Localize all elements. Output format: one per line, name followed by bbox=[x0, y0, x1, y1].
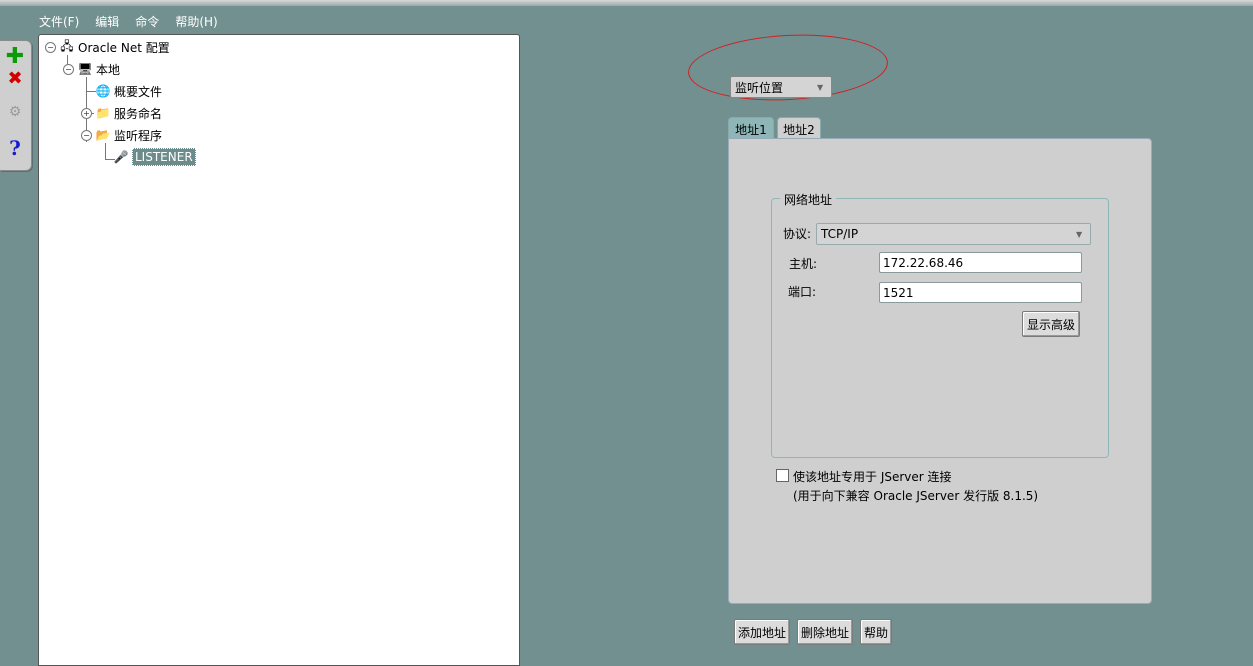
jserver-checkbox-label: 使该地址专用于 JServer 连接 bbox=[793, 470, 952, 484]
tree-node-naming[interactable]: + 📁 服务命名 bbox=[81, 104, 162, 122]
network-icon: 🖧 bbox=[60, 38, 74, 53]
tree-node-label: 本地 bbox=[96, 62, 121, 77]
network-address-title: 网络地址 bbox=[780, 191, 837, 208]
menu-file[interactable]: 文件(F) bbox=[36, 12, 82, 32]
port-label: 端口: bbox=[788, 285, 817, 299]
show-advanced-button[interactable]: 显示高级 bbox=[1022, 311, 1080, 337]
protocol-select[interactable]: TCP/IP ▼ bbox=[816, 223, 1091, 245]
globe-icon: 🌐 bbox=[95, 84, 111, 98]
side-toolbar: ✚ ✖ ⚙ ? bbox=[0, 40, 32, 171]
collapse-icon[interactable]: − bbox=[45, 41, 56, 53]
collapse-icon[interactable]: − bbox=[63, 63, 74, 75]
menu-bar: 文件(F) 编辑 命令 帮助(H) bbox=[36, 12, 221, 32]
tab-address-2[interactable]: 地址2 bbox=[777, 117, 821, 140]
delete-address-button[interactable]: 删除地址 bbox=[797, 619, 853, 645]
tree-node-label: 概要文件 bbox=[114, 84, 163, 99]
help-button[interactable]: 帮助 bbox=[860, 619, 892, 645]
chevron-down-icon: ▼ bbox=[1076, 229, 1083, 239]
jserver-checkbox[interactable] bbox=[776, 469, 789, 482]
host-label: 主机: bbox=[789, 257, 818, 271]
tree-line bbox=[105, 143, 106, 159]
menu-edit[interactable]: 编辑 bbox=[92, 12, 122, 32]
title-strip bbox=[0, 0, 1253, 6]
location-combo[interactable]: 监听位置 ▼ bbox=[730, 76, 832, 98]
expand-icon[interactable]: + bbox=[81, 107, 92, 119]
tree-node-label: 服务命名 bbox=[114, 106, 163, 121]
x-icon[interactable]: ✖ bbox=[4, 67, 26, 89]
tree-node-label: 监听程序 bbox=[114, 128, 163, 143]
microphone-icon: 🎤 bbox=[113, 150, 129, 164]
jserver-note: (用于向下兼容 Oracle JServer 发行版 8.1.5) bbox=[793, 489, 1039, 503]
port-input[interactable]: 1521 bbox=[879, 282, 1082, 303]
folder-open-icon: 📂 bbox=[95, 128, 111, 142]
folder-icon: 📁 bbox=[95, 106, 111, 120]
tab-address-1[interactable]: 地址1 bbox=[728, 117, 774, 140]
menu-help[interactable]: 帮助(H) bbox=[172, 12, 220, 32]
tree-node-label: Oracle Net 配置 bbox=[78, 40, 170, 55]
tree-node-label-selected: LISTENER bbox=[132, 148, 196, 166]
host-input[interactable]: 172.22.68.46 bbox=[879, 252, 1082, 273]
plus-icon[interactable]: ✚ bbox=[4, 44, 26, 69]
tree-node-listener[interactable]: 🎤 LISTENER bbox=[113, 148, 196, 166]
protocol-label: 协议: bbox=[783, 227, 812, 241]
add-address-button[interactable]: 添加地址 bbox=[734, 619, 790, 645]
tree-node-root[interactable]: − 🖧 Oracle Net 配置 bbox=[45, 38, 170, 56]
question-icon[interactable]: ? bbox=[4, 136, 26, 160]
tree-node-local[interactable]: − 🖥 本地 bbox=[63, 60, 120, 78]
test-icon[interactable]: ⚙ bbox=[4, 101, 26, 123]
location-combo-value: 监听位置 bbox=[735, 80, 784, 95]
collapse-icon[interactable]: − bbox=[81, 129, 92, 141]
computer-icon: 🖥 bbox=[77, 62, 93, 76]
menu-command[interactable]: 命令 bbox=[132, 12, 162, 32]
tree-node-listeners[interactable]: − 📂 监听程序 bbox=[81, 126, 162, 144]
config-tree[interactable]: − 🖧 Oracle Net 配置 − 🖥 本地 🌐 概要文件 + 📁 服务命名… bbox=[38, 34, 520, 666]
chevron-down-icon: ▼ bbox=[817, 82, 824, 92]
tree-node-profile[interactable]: 🌐 概要文件 bbox=[95, 82, 163, 100]
protocol-value: TCP/IP bbox=[821, 227, 859, 241]
